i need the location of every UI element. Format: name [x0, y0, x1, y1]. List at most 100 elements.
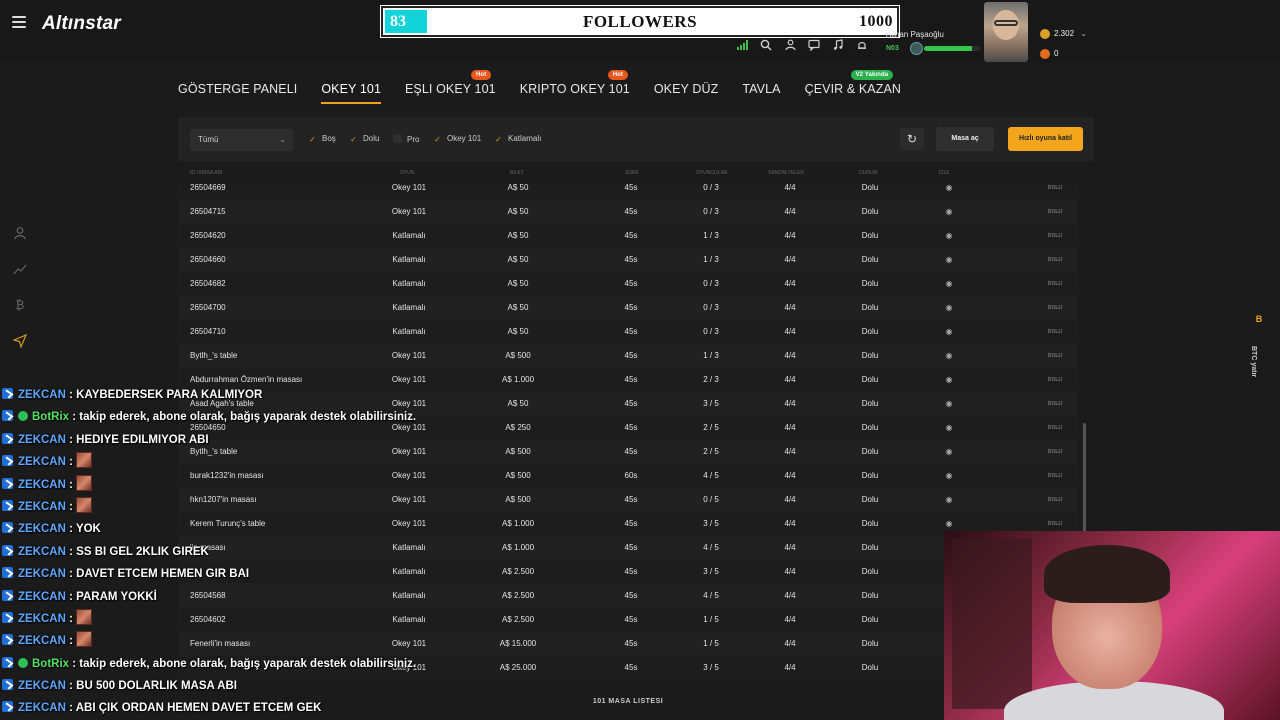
header-id: ID / MASA ADI: [190, 170, 223, 176]
table-name-cell: Bytlh_'s table: [190, 351, 238, 360]
table-header: ID / MASA ADI OYUN BILET SÜRE OYUNCULAR …: [178, 170, 1078, 182]
header-game: OYUN: [400, 170, 415, 176]
search-icon[interactable]: [758, 37, 774, 53]
quick-join-button[interactable]: Hızlı oyuna katıl: [1008, 127, 1083, 151]
chat-text: KAYBEDERSEK PARA KALMIYOR: [76, 389, 263, 401]
username: Alihan Paşaoğlu: [886, 30, 944, 39]
tab-dashboard[interactable]: GÖSTERGE PANELI: [178, 82, 297, 104]
filter-label: Dolu: [363, 134, 380, 143]
platform-badge-icon: [2, 611, 13, 623]
chat-text: ABI ÇIK ORDAN HEMEN DAVET ETCEM GEK: [75, 702, 322, 715]
tab-esli-okey-101[interactable]: EŞLI OKEY 101 Hot: [405, 70, 496, 104]
checkbox-icon: [393, 134, 402, 143]
chat-username: BotRix: [32, 657, 70, 670]
table-row[interactable]: 26504620 Katlamalı A$ 50 45s 1 / 3 4/4 Dolu ◉ DO…: [178, 224, 1078, 248]
chat-username: ZEKCAN: [18, 702, 66, 715]
chevron-down-icon[interactable]: ⌄: [1080, 29, 1087, 38]
chat-message: ZEKCAN : ABI ÇIK ORDAN HEMEN DAVET ETCEM…: [2, 697, 472, 719]
profile-icon[interactable]: [12, 226, 28, 242]
notifications-icon[interactable]: [854, 37, 870, 53]
gem-balance: 0: [1054, 49, 1059, 58]
chat-message: ZEKCAN : PARAM YOKKİ: [2, 586, 472, 608]
table-name-cell: 26504710: [190, 327, 226, 336]
stream-chat-overlay: ZEKCAN : KAYBEDERSEK PARA KALMIYOR BotRix…: [2, 384, 472, 720]
platform-badge-icon: [2, 522, 13, 534]
tab-label: OKEY DÜZ: [653, 82, 719, 96]
friends-icon[interactable]: [782, 37, 798, 53]
chat-message: BotRix : takip ederek, abone olarak, bağ…: [2, 406, 472, 428]
bitcoin-icon[interactable]: ₿: [12, 298, 28, 314]
hot-badge: Hot: [471, 70, 492, 80]
tab-label: OKEY 101: [321, 82, 381, 96]
send-icon[interactable]: [12, 333, 28, 350]
header-watch: İZLE: [939, 170, 950, 176]
filter-pro[interactable]: Pro: [393, 134, 419, 144]
table-row[interactable]: 26504660 Katlamalı A$ 50 45s 1 / 3 4/4 Dolu ◉ DO…: [178, 248, 1078, 272]
select-value: Tümü: [198, 135, 219, 144]
chat-message: ZEKCAN : DAVET ETCEM HEMEN GIR BAI: [2, 563, 472, 585]
emote-icon: [76, 631, 93, 648]
tab-okey-duz[interactable]: OKEY DÜZ: [654, 82, 718, 104]
avatar[interactable]: [984, 2, 1028, 62]
menu-icon[interactable]: [12, 16, 26, 28]
chat-username: ZEKCAN: [18, 612, 66, 625]
chat-message: ZEKCAN :: [2, 608, 472, 630]
platform-badge-icon: [2, 410, 13, 422]
chat-message: ZEKCAN : YOK: [2, 518, 472, 540]
bot-badge-icon: [18, 657, 28, 668]
messages-icon[interactable]: [806, 37, 822, 53]
user-level: N03: [886, 45, 899, 52]
bot-badge-icon: [18, 411, 28, 422]
xp-progress-bar: [924, 46, 980, 51]
followers-label: FOLLOWERS: [582, 12, 698, 31]
chat-message: ZEKCAN :: [2, 451, 472, 473]
filter-okey-101[interactable]: ✓ Okey 101: [433, 134, 481, 144]
tab-cevir-kazan[interactable]: ÇEVIR & KAZAN V2 Yakında: [804, 70, 902, 104]
chat-text: takip ederek, abone olarak, bağış yapara…: [79, 657, 417, 670]
chevron-down-icon: ⌄: [279, 135, 286, 144]
chat-username: ZEKCAN: [18, 680, 66, 693]
filter-label: Boş: [322, 134, 336, 143]
level-badge-icon: [910, 42, 923, 55]
app-logo[interactable]: Altınstar: [42, 13, 121, 35]
platform-badge-icon: [2, 701, 13, 713]
header-players: OYUNCULAR: [696, 170, 728, 176]
table-row[interactable]: 26504700 Katlamalı A$ 50 45s 0 / 3 4/4 Dolu ◉ DO…: [178, 296, 1078, 320]
music-icon[interactable]: [830, 37, 846, 53]
chat-text: takip ederek, abone olarak, bağış yapara…: [79, 411, 417, 424]
checkmark-icon: ✓: [434, 135, 441, 144]
scrollbar[interactable]: [1083, 423, 1086, 533]
table-row[interactable]: 26504715 Okey 101 A$ 50 45s 0 / 3 4/4 Dolu ◉ DOL…: [178, 200, 1078, 224]
side-nav: ₿: [12, 226, 28, 370]
game-type-select[interactable]: Tümü ⌄: [190, 129, 293, 151]
chat-username: ZEKCAN: [18, 523, 66, 536]
signal-icon: [734, 37, 750, 53]
tab-label: GÖSTERGE PANELI: [178, 82, 298, 96]
chat-text: BU 500 DOLARLIK MASA ABI: [76, 680, 237, 693]
chat-username: ZEKCAN: [18, 545, 66, 558]
filter-dolu[interactable]: ✓ Dolu: [349, 134, 379, 144]
tab-kripto-okey-101[interactable]: KRIPTO OKEY 101 Hot: [520, 70, 630, 104]
table-row[interactable]: 26504710 Katlamalı A$ 50 45s 0 / 3 4/4 Dolu ◉ DO…: [178, 320, 1078, 344]
wallet[interactable]: 2.302 ⌄ 0: [1040, 27, 1087, 67]
platform-badge-icon: [2, 634, 13, 646]
checkmark-icon: ✓: [350, 135, 357, 144]
tab-okey-101[interactable]: OKEY 101: [321, 82, 381, 104]
table-row[interactable]: Bytlh_'s table Okey 101 A$ 500 45s 1 / 3 4/4 D…: [178, 344, 1078, 368]
chat-username: ZEKCAN: [18, 500, 66, 513]
user-profile[interactable]: Alihan Paşaoğlu N03: [886, 30, 980, 55]
btc-deposit-label: BTC yatır: [1250, 346, 1257, 378]
main-nav: GÖSTERGE PANELI OKEY 101 EŞLI OKEY 101 Ho…: [178, 70, 925, 104]
stats-icon[interactable]: [12, 262, 28, 278]
btc-deposit-tab[interactable]: B BTC yatır: [1250, 314, 1268, 377]
chat-text: PARAM YOKKİ: [76, 590, 157, 603]
tab-label: ÇEVIR & KAZAN: [804, 82, 902, 96]
refresh-button[interactable]: ↻: [900, 128, 924, 150]
table-row[interactable]: 26504682 Katlamalı A$ 50 45s 0 / 3 4/4 Dolu ◉ DO…: [178, 272, 1078, 296]
create-table-button[interactable]: Masa aç: [936, 127, 994, 151]
filter-katlamali[interactable]: ✓ Katlamalı: [494, 134, 541, 144]
emote-icon: [76, 496, 93, 513]
chat-username: ZEKCAN: [18, 635, 66, 648]
tab-tavla[interactable]: TAVLA: [742, 82, 780, 104]
filter-bos[interactable]: ✓ Boş: [308, 134, 336, 144]
